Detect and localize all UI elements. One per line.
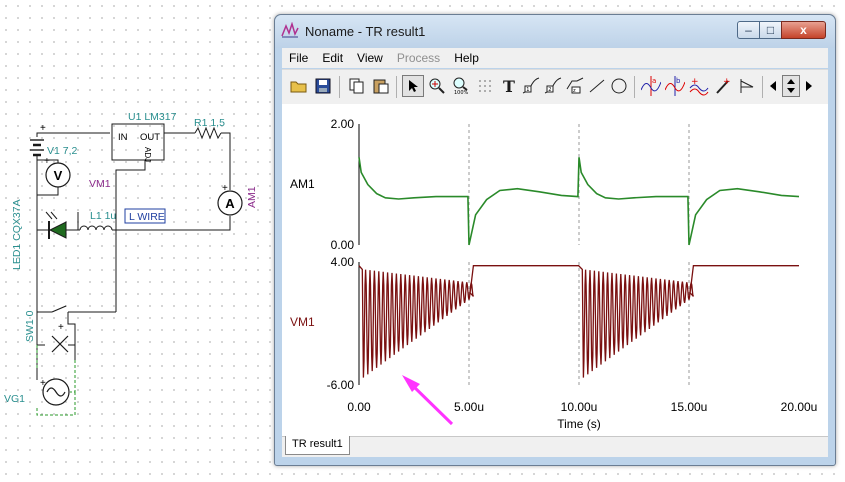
save-disk-icon[interactable] xyxy=(312,75,334,97)
l1-label: L1 1u xyxy=(90,210,116,222)
svg-text:+: + xyxy=(222,183,228,194)
svg-text:+: + xyxy=(44,156,50,167)
u1-in-pin: IN xyxy=(118,132,128,143)
xtick-10u: 10.00u xyxy=(561,400,598,414)
add-curve-icon[interactable]: + xyxy=(688,75,710,97)
annotation-arrow xyxy=(402,375,454,426)
toolbar-separator xyxy=(634,76,635,98)
toolbar: 100% T 1 2 z a b + + xyxy=(282,69,828,105)
xtick-0: 0.00 xyxy=(347,400,371,414)
vm1-symbol: V xyxy=(54,168,63,183)
window-title: Noname - TR result1 xyxy=(305,24,426,39)
pointer-icon[interactable] xyxy=(402,75,424,97)
paste-icon[interactable] xyxy=(370,75,392,97)
svg-text:a: a xyxy=(652,77,656,85)
xtick-5u: 5.00u xyxy=(454,400,484,414)
vg1-generator[interactable] xyxy=(42,378,70,406)
vm1-axis-label: VM1 xyxy=(290,315,315,329)
text-tool-icon[interactable]: T xyxy=(498,75,520,97)
xtick-20u: 20.00u xyxy=(781,400,818,414)
wire-label: L WIRE xyxy=(129,211,165,223)
sw1-switch[interactable] xyxy=(51,305,67,313)
svg-text:+: + xyxy=(40,378,46,389)
l1-inductor[interactable] xyxy=(79,225,113,231)
svg-text:z: z xyxy=(573,88,576,94)
zoom-100-icon[interactable]: 100% xyxy=(450,75,472,97)
toolbar-separator xyxy=(762,76,763,98)
svg-text:2: 2 xyxy=(548,87,551,93)
menu-edit[interactable]: Edit xyxy=(315,51,350,65)
open-folder-icon[interactable] xyxy=(288,75,310,97)
menu-bar: File Edit View Process Help xyxy=(282,48,828,68)
menu-view[interactable]: View xyxy=(350,51,390,65)
tr-result-window[interactable]: Noname - TR result1 – □ x File Edit View… xyxy=(274,14,836,466)
circle-tool-icon[interactable] xyxy=(608,75,630,97)
line-tool-icon[interactable] xyxy=(586,75,608,97)
flag-icon[interactable] xyxy=(736,75,758,97)
waveform-plot[interactable]: 2.00 0.00 AM1 4.00 -6.00 VM1 0.00 5.00u … xyxy=(282,104,828,439)
led1-diode[interactable] xyxy=(45,211,67,239)
u1-label: U1 LM317 xyxy=(128,111,177,123)
vg1-label: VG1 xyxy=(4,393,25,405)
am1-ytick-bottom: 0.00 xyxy=(331,238,355,252)
vm1-ytick-bottom: -6.00 xyxy=(327,378,355,392)
plot-area[interactable]: 2.00 0.00 AM1 4.00 -6.00 VM1 0.00 5.00u … xyxy=(282,104,828,457)
scroll-left-icon[interactable] xyxy=(765,75,781,97)
wire-top-left xyxy=(36,132,110,137)
curve-marker-3-icon[interactable]: z xyxy=(564,75,586,97)
v1-label: V1 7,2 xyxy=(47,145,78,157)
zoom-in-icon[interactable] xyxy=(426,75,448,97)
cursor-a-icon[interactable]: a xyxy=(640,75,662,97)
app-icon xyxy=(281,22,299,38)
toolbar-separator xyxy=(339,76,340,98)
vm1-label: VM1 xyxy=(89,178,111,190)
am1-ammeter[interactable]: A xyxy=(217,190,243,216)
curve-marker-1-icon[interactable]: 1 xyxy=(520,75,542,97)
r1-label: R1 1,5 xyxy=(194,117,225,129)
result-tabs: TR result1 xyxy=(282,436,828,457)
svg-text:+: + xyxy=(723,77,731,87)
am1-axis-label: AM1 xyxy=(290,177,315,191)
vm1-ytick-top: 4.00 xyxy=(331,255,355,269)
x-axis-label: Time (s) xyxy=(557,417,601,431)
tab-tr-result1[interactable]: TR result1 xyxy=(285,436,350,455)
svg-text:100%: 100% xyxy=(454,90,469,95)
xtick-15u: 15.00u xyxy=(671,400,708,414)
scroll-updown-icon[interactable] xyxy=(782,75,800,97)
title-bar[interactable]: Noname - TR result1 – □ x xyxy=(275,15,835,48)
cursor-b-icon[interactable]: b xyxy=(664,75,686,97)
u1-out-pin: OUT xyxy=(140,132,160,143)
pen-icon[interactable]: + xyxy=(712,75,734,97)
am1-symbol: A xyxy=(225,196,235,211)
svg-text:1: 1 xyxy=(526,87,529,93)
menu-process[interactable]: Process xyxy=(390,51,447,65)
curve-marker-2-icon[interactable]: 2 xyxy=(542,75,564,97)
am1-label: AM1 xyxy=(246,186,258,208)
grid-icon[interactable] xyxy=(474,75,496,97)
menu-help[interactable]: Help xyxy=(447,51,486,65)
toolbar-separator xyxy=(396,76,397,98)
close-button[interactable]: x xyxy=(781,21,826,39)
am1-ytick-top: 2.00 xyxy=(331,117,355,131)
svg-text:+: + xyxy=(691,77,699,87)
minimize-button[interactable]: – xyxy=(737,21,760,39)
am1-curve[interactable] xyxy=(358,157,800,246)
svg-text:b: b xyxy=(676,77,681,85)
menu-file[interactable]: File xyxy=(282,51,315,65)
sw1-label: SW1 0 xyxy=(24,310,36,342)
maximize-button[interactable]: □ xyxy=(759,21,782,39)
led1-label: LED1 CQX37A xyxy=(11,199,23,270)
u1-adj-pin: ADJ xyxy=(143,147,152,162)
svg-text:+: + xyxy=(58,322,64,333)
r1-resistor[interactable] xyxy=(194,126,222,140)
copy-icon[interactable] xyxy=(346,75,368,97)
svg-text:+: + xyxy=(40,123,46,134)
circuit-schematic: V A + + + + + V1 7,2 VM1 U1 LM317 IN OUT… xyxy=(4,111,258,416)
scroll-right-icon[interactable] xyxy=(801,75,817,97)
